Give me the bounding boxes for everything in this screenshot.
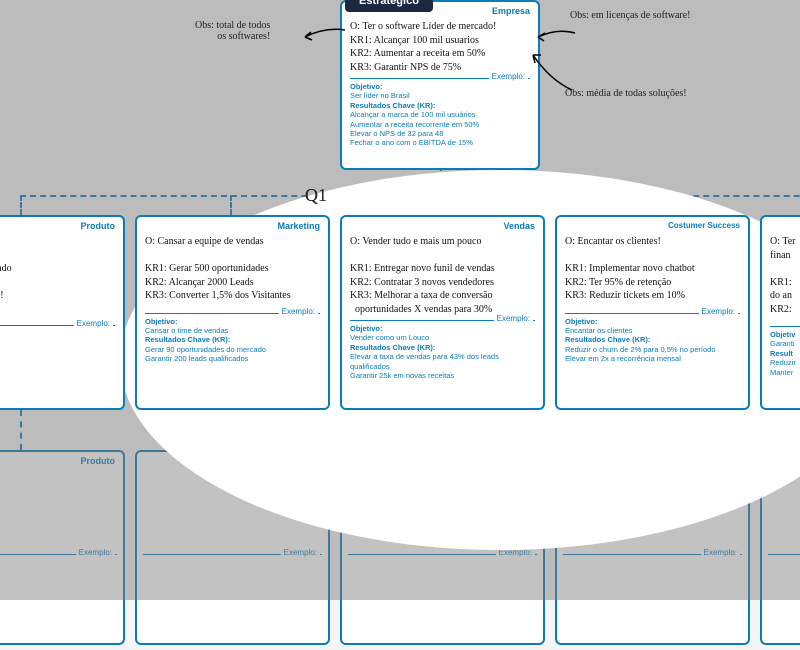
kr2: KR2: bbox=[770, 303, 800, 317]
res-heading: Resultados Chave (KR): bbox=[145, 335, 230, 344]
frag: r app re-projetado bbox=[0, 262, 115, 276]
kr1: KR1: Implementar novo chatbot bbox=[565, 262, 740, 276]
res-heading: Resultados Chave (KR): bbox=[565, 335, 650, 344]
frag: uidos bbox=[0, 276, 115, 290]
example-label: Exemplo: bbox=[76, 548, 115, 557]
res-1: Gerar 90 oportunidades do mercado bbox=[145, 345, 266, 354]
example-label: Exemplo: bbox=[74, 319, 113, 328]
obj-heading: Objetiv bbox=[770, 330, 795, 339]
card-corner-label: Vendas bbox=[503, 456, 535, 466]
kr3: KR3: Reduzir tickets em 10% bbox=[565, 289, 740, 303]
objective: O: Ter o software Líder de mercado! bbox=[350, 20, 530, 34]
kr1: KR1: Entregar novo funil de vendas bbox=[350, 262, 535, 276]
note-right-bottom: Obs: média de todas soluções! bbox=[565, 88, 687, 99]
q1-label: Q1 bbox=[305, 185, 327, 206]
kr1: KR1: Gerar 500 oportunidades bbox=[145, 262, 320, 276]
res-heading: Resultados Chave (KR): bbox=[350, 343, 435, 352]
res-2: Garantir 200 leads qualificados bbox=[145, 354, 248, 363]
card-corner-label: Vendas bbox=[503, 221, 535, 231]
obj-text: Vender como um Louco bbox=[350, 333, 429, 342]
res-heading: Result bbox=[770, 349, 793, 358]
objective: O: Vender tudo e mais um pouco bbox=[350, 235, 535, 249]
obj-text: Ser líder no Brasil bbox=[350, 91, 410, 100]
obj-text: Encantar os clientes bbox=[565, 326, 633, 335]
kr1: KR1: bbox=[770, 276, 800, 290]
line: do an bbox=[770, 289, 800, 303]
okr-canvas: Empresa O: Ter o software Líder de merca… bbox=[0, 0, 800, 650]
res-4: Fechar o ano com o EBITDA de 15% bbox=[350, 138, 473, 147]
note-right-top: Obs: em licenças de software! bbox=[570, 10, 691, 21]
card-strategic: Empresa O: Ter o software Líder de merca… bbox=[340, 0, 540, 170]
note-left: Obs: total de todos os softwares! bbox=[195, 20, 270, 42]
kr3: KR3: Melhorar a taxa de conversão oportu… bbox=[350, 289, 535, 316]
obj-text: Garanti bbox=[770, 339, 795, 348]
card-extra: O: Ter finan KR1: do an KR2: Objetiv Gar… bbox=[760, 215, 800, 410]
card-marketing: Marketing O: Cansar a equipe de vendas K… bbox=[135, 215, 330, 410]
card-empty-produto: Produto Exemplo: bbox=[0, 450, 125, 645]
res-1: Reduzir bbox=[770, 358, 796, 367]
connector bbox=[230, 195, 232, 215]
kr2: KR2: Ter 95% de retenção bbox=[565, 276, 740, 290]
example-label: Exemplo: bbox=[281, 548, 320, 557]
connector bbox=[440, 195, 442, 215]
obj-heading: Objetivo: bbox=[350, 82, 383, 91]
card-produto: Produto incrível! r app re-projetado uid… bbox=[0, 215, 125, 410]
card-corner-label: Costumer Success bbox=[668, 221, 740, 230]
connector bbox=[230, 410, 232, 450]
example-label: Exemplo: bbox=[279, 307, 318, 316]
kr3: KR3: Converter 1,5% dos Visitantes bbox=[145, 289, 320, 303]
frag: novas soluções! bbox=[0, 289, 115, 303]
objective: O: Encantar os clientes! bbox=[565, 235, 740, 249]
res-3: Elevar o NPS de 32 para 48 bbox=[350, 129, 443, 138]
card-corner-label: Costumer Success bbox=[668, 456, 740, 465]
res-heading: Resultados Chave (KR): bbox=[350, 101, 435, 110]
card-corner-label: Produto bbox=[81, 221, 116, 231]
card-empty-cs: Costumer Success Exemplo: bbox=[555, 450, 750, 645]
example-label: Exemplo: bbox=[496, 548, 535, 557]
obj-heading: Objetivo: bbox=[565, 317, 598, 326]
card-empty-vendas: Vendas Exemplo: bbox=[340, 450, 545, 645]
kr2: KR2: Alcançar 2000 Leads bbox=[145, 276, 320, 290]
connector bbox=[650, 195, 652, 215]
res-2: Manter bbox=[770, 368, 793, 377]
frag: incrível! bbox=[0, 235, 115, 249]
card-empty-extra bbox=[760, 450, 800, 645]
line: finan bbox=[770, 249, 800, 263]
connector bbox=[650, 410, 652, 450]
example-label: Exemplo: bbox=[489, 72, 528, 81]
connector bbox=[440, 410, 442, 450]
connector bbox=[20, 410, 22, 450]
kr1: KR1: Alcançar 100 mil usuarios bbox=[350, 34, 530, 48]
arrow-icon bbox=[530, 50, 580, 95]
obj-text: Cansar o time de vendas bbox=[145, 326, 228, 335]
kr2: KR2: Aumentar a receita em 50% bbox=[350, 47, 530, 61]
example-label: Exemplo: bbox=[701, 548, 740, 557]
example-label: Exemplo: bbox=[494, 314, 533, 323]
res-2: Elevar em 2x a recorrência mensal bbox=[565, 354, 681, 363]
card-cs: Costumer Success O: Encantar os clientes… bbox=[555, 215, 750, 410]
card-corner-label: Empresa bbox=[492, 6, 530, 16]
arrow-icon bbox=[300, 25, 350, 45]
obj-heading: Objetivo: bbox=[350, 324, 383, 333]
card-corner-label: Marketing bbox=[277, 456, 320, 466]
res-2: Garantir 25k em novas receitas bbox=[350, 371, 454, 380]
strategic-badge: Estratégico bbox=[345, 0, 433, 12]
kr2: KR2: Contratar 3 novos vendedores bbox=[350, 276, 535, 290]
res-1: Reduzir o churn de 2% para 0,5% no perío… bbox=[565, 345, 716, 354]
connector bbox=[20, 195, 800, 197]
obj-heading: Objetivo: bbox=[145, 317, 178, 326]
connector bbox=[20, 195, 22, 215]
res-1: Elevar a taxa de vendas para 43% dos lea… bbox=[350, 352, 499, 370]
card-vendas: Vendas O: Vender tudo e mais um pouco KR… bbox=[340, 215, 545, 410]
example-label: Exemplo: bbox=[699, 307, 738, 316]
arrow-icon bbox=[535, 25, 580, 45]
objective: O: Cansar a equipe de vendas bbox=[145, 235, 320, 249]
card-corner-label: Marketing bbox=[277, 221, 320, 231]
res-2: Aumentar a receita recorrente em 50% bbox=[350, 120, 479, 129]
card-corner-label: Produto bbox=[81, 456, 116, 466]
objective: O: Ter bbox=[770, 235, 800, 249]
card-empty-marketing: Marketing Exemplo: bbox=[135, 450, 330, 645]
res-1: Alcançar a marca de 100 mil usuários bbox=[350, 110, 475, 119]
